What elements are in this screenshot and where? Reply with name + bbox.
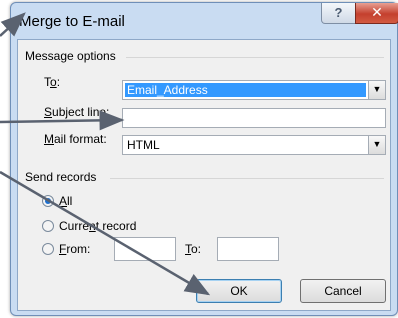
all-label[interactable]: All: [59, 194, 72, 208]
merge-to-email-dialog: Merge to E-mail ? ✕ Message options To: …: [10, 2, 398, 316]
mail-format-dropdown[interactable]: HTML ▼: [122, 135, 386, 155]
from-input[interactable]: [114, 237, 176, 261]
from-radio[interactable]: [42, 243, 54, 255]
to-record-input[interactable]: [217, 237, 279, 261]
to-selected-value: Email_Address: [125, 83, 366, 97]
all-radio[interactable]: [42, 195, 54, 207]
chevron-down-icon[interactable]: ▼: [368, 81, 385, 99]
to-dropdown[interactable]: Email_Address ▼: [122, 80, 386, 100]
close-icon: ✕: [371, 4, 383, 20]
subject-input[interactable]: [122, 108, 386, 128]
current-record-radio[interactable]: [42, 220, 54, 232]
to-label: To:: [44, 75, 61, 89]
title-bar[interactable]: Merge to E-mail ? ✕: [11, 3, 398, 39]
message-options-heading: Message options: [25, 49, 116, 63]
message-options-divider: [126, 57, 384, 58]
dialog-body: Message options To: Email_Address ▼ Subj…: [17, 39, 391, 311]
mail-format-value: HTML: [127, 138, 160, 152]
current-record-label[interactable]: Current record: [59, 219, 136, 233]
chevron-down-icon[interactable]: ▼: [368, 136, 385, 154]
to-record-label: To:: [185, 242, 202, 256]
from-label[interactable]: From:: [59, 242, 90, 256]
mail-format-label: Mail format:: [44, 132, 107, 146]
subject-label: Subject line:: [44, 105, 110, 119]
ok-button[interactable]: OK: [196, 279, 282, 303]
help-button[interactable]: ?: [321, 3, 356, 24]
cancel-button[interactable]: Cancel: [300, 279, 386, 303]
send-records-heading: Send records: [25, 170, 97, 184]
help-icon: ?: [334, 5, 343, 20]
close-button[interactable]: ✕: [355, 3, 398, 24]
dialog-title: Merge to E-mail: [19, 13, 125, 30]
send-records-divider: [110, 178, 384, 179]
